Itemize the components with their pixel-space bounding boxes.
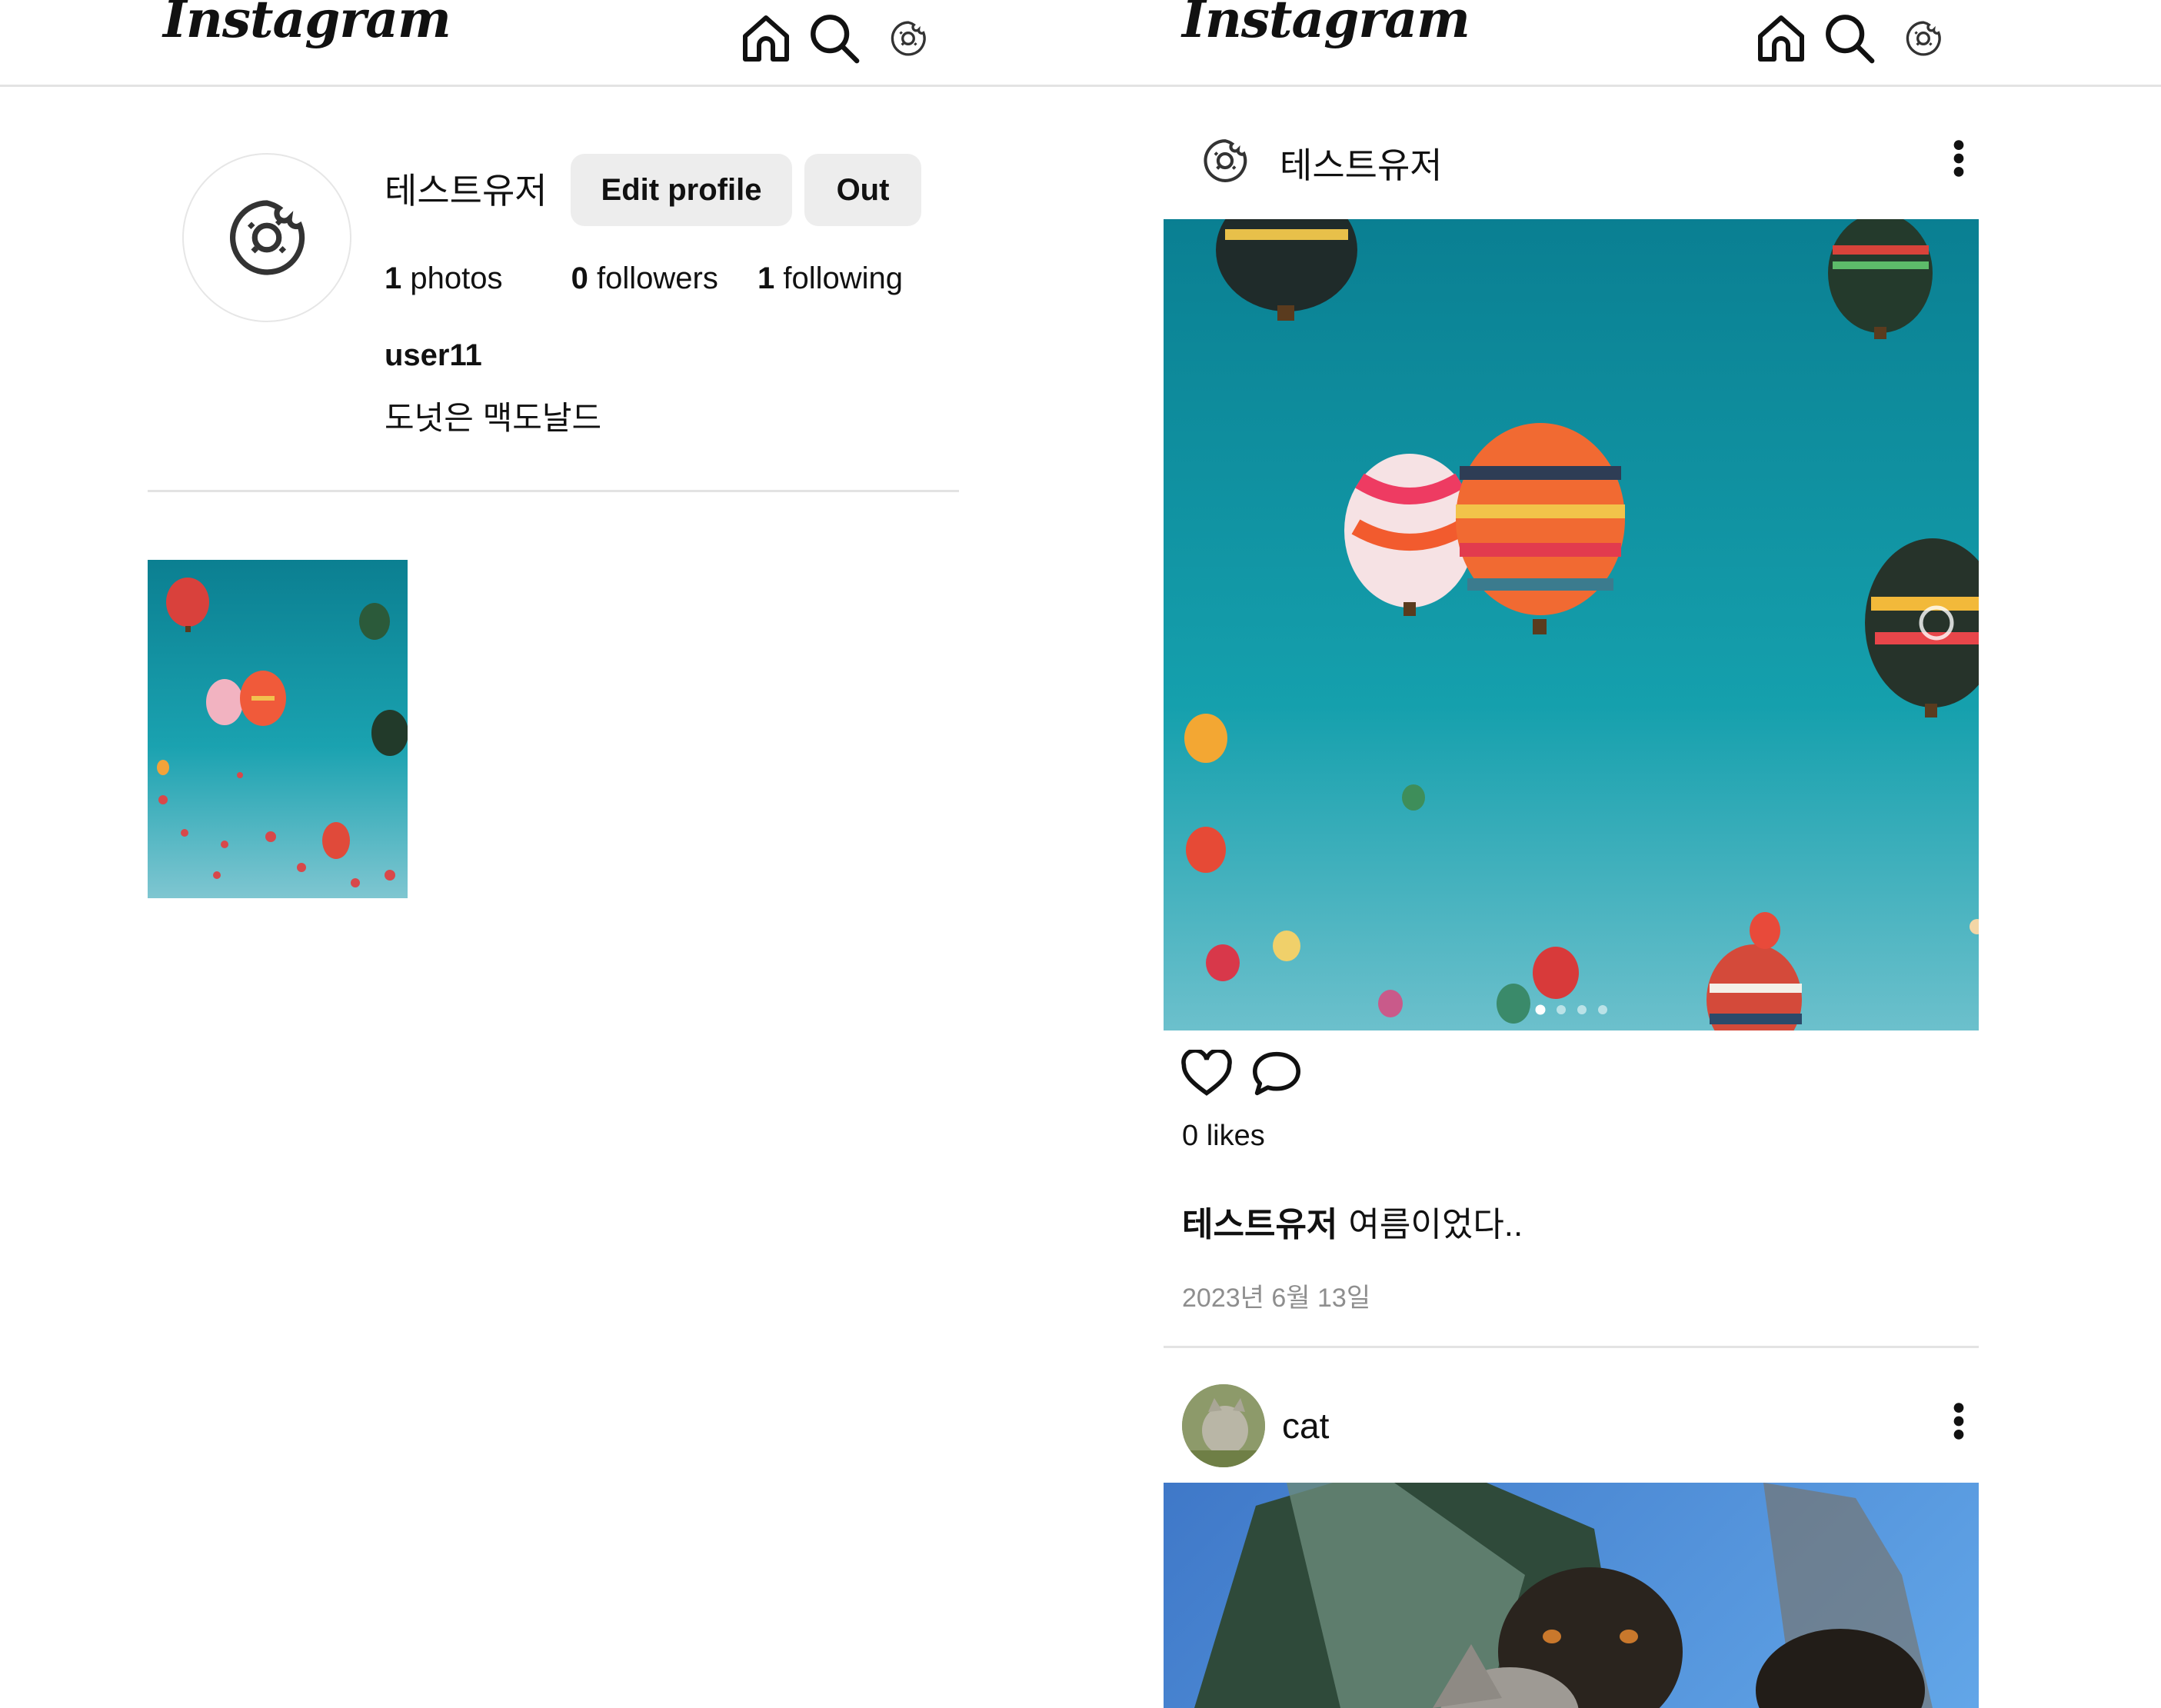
- post-author[interactable]: cat: [1282, 1405, 1329, 1447]
- profile-avatar[interactable]: [182, 153, 351, 322]
- more-options-icon[interactable]: [1952, 1401, 1966, 1445]
- instagram-logo[interactable]: Instagram: [163, 0, 451, 49]
- post-image[interactable]: [1164, 1483, 1979, 1708]
- donut-icon[interactable]: [1201, 137, 1249, 188]
- author-avatar[interactable]: [1182, 1384, 1265, 1467]
- post-date: 2023년 6월 13일: [1182, 1283, 1371, 1313]
- post-caption: 테스트유저 여름이었다..: [1182, 1197, 1523, 1246]
- carousel-dots: [1535, 1004, 1607, 1015]
- post-header: cat: [1182, 1384, 1329, 1467]
- caption-text: 여름이었다..: [1348, 1206, 1523, 1244]
- photos-stat: 1 photos: [385, 261, 503, 295]
- search-icon[interactable]: [1823, 12, 1876, 69]
- donut-icon[interactable]: [1904, 19, 1943, 62]
- edit-profile-button[interactable]: Edit profile: [571, 154, 792, 226]
- logout-button[interactable]: Out: [804, 154, 921, 226]
- likes-count: 0 likes: [1182, 1120, 1265, 1152]
- profile-pane: Instagram 테스트유저 Edit profile Out 1 photo…: [0, 0, 1061, 1708]
- profile-username: user11: [385, 338, 482, 372]
- donut-icon: [230, 200, 305, 275]
- balloon: [166, 578, 209, 632]
- post-author[interactable]: 테스트유저: [1280, 138, 1443, 188]
- profile-display-name: 테스트유저: [385, 171, 548, 211]
- search-icon[interactable]: [807, 12, 861, 69]
- home-icon[interactable]: [738, 11, 794, 70]
- more-options-icon[interactable]: [1952, 138, 1966, 182]
- profile-bio: 도넛은 맥도날드: [385, 400, 602, 436]
- following-stat[interactable]: 1 following: [758, 261, 903, 295]
- caption-author[interactable]: 테스트유저: [1182, 1206, 1337, 1244]
- post-header: 테스트유저: [1201, 137, 1443, 188]
- grid-photo[interactable]: [148, 560, 408, 898]
- profile-divider: [148, 490, 959, 492]
- donut-icon[interactable]: [889, 19, 927, 62]
- post-divider: [1164, 1346, 1979, 1348]
- nav-icons: [1753, 11, 1943, 70]
- followers-stat[interactable]: 0 followers: [571, 261, 718, 295]
- home-icon[interactable]: [1753, 11, 1809, 70]
- comment-icon[interactable]: [1250, 1050, 1304, 1101]
- nav-icons: [738, 11, 927, 70]
- instagram-logo[interactable]: Instagram: [1182, 0, 1470, 49]
- top-navbar: Instagram: [1061, 0, 2161, 87]
- post-image[interactable]: [1164, 219, 1979, 1030]
- heart-icon[interactable]: [1180, 1048, 1233, 1101]
- post-actions: [1180, 1048, 1304, 1101]
- profile-stats: 1 photos 0 followers 1 following: [385, 261, 903, 296]
- feed-pane: Instagram 테스트유저 0 likes 테스트유저 여름이었다.. 20…: [1061, 0, 2161, 1708]
- top-navbar: Instagram: [0, 0, 1061, 87]
